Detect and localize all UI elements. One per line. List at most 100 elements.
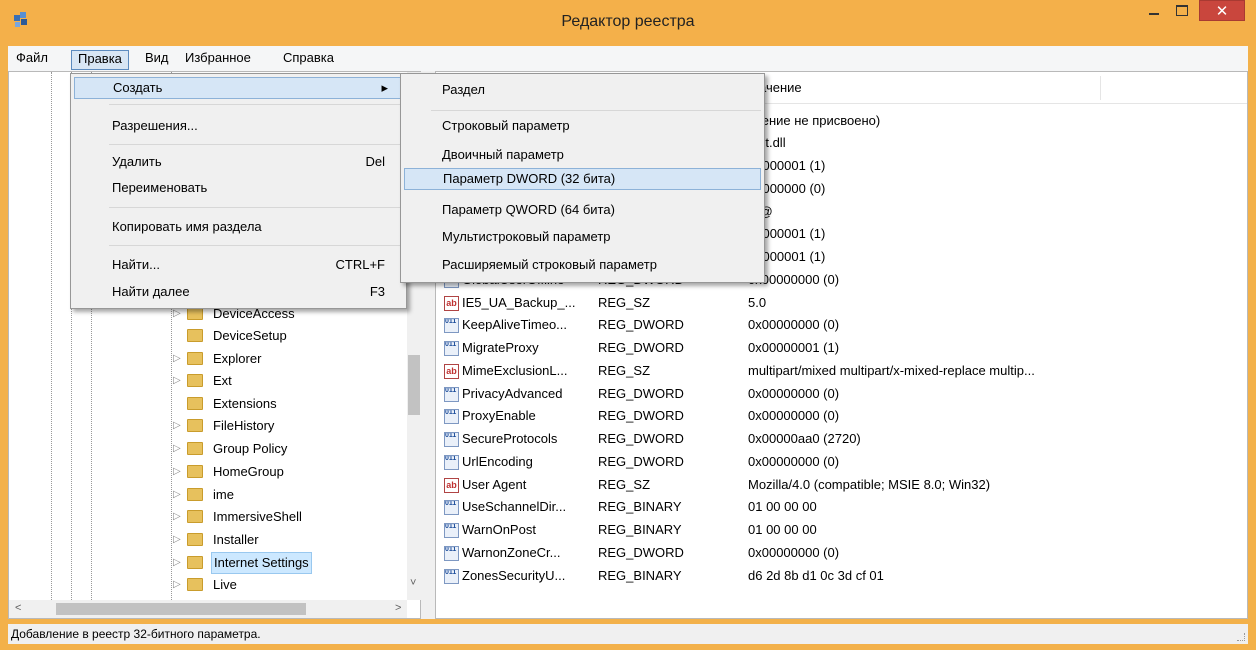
column-separator[interactable] [1100,76,1101,100]
status-bar: Добавление в реестр 32-битного параметра… [8,624,1248,644]
edit-menu: Создать ▸ Разрешения... Удалить Del Пере… [70,73,407,309]
menu-item-new-string[interactable]: Строковый параметр [404,115,761,137]
menu-separator [431,110,761,111]
menu-item-find[interactable]: Найти... CTRL+F [74,254,403,276]
expand-arrow-icon[interactable]: ▷ [173,438,183,460]
close-button[interactable]: ✕ [1199,0,1245,21]
expand-arrow-icon[interactable]: ▷ [173,574,183,596]
menu-separator [109,144,401,145]
value-name: ProxyEnable [462,408,536,423]
tree-item-label: DeviceSetup [213,328,287,343]
binary-value-icon: 011 110 [444,569,459,584]
list-row[interactable]: ab IE5_UA_Backup_... REG_SZ 5.0 [436,292,1247,314]
list-row[interactable]: 011 110 PrivacyAdvanced REG_DWORD 0x0000… [436,383,1247,405]
title-bar[interactable]: Редактор реестра ✕ [0,0,1256,46]
tree-item-label: Extensions [213,396,277,411]
menu-item-rename[interactable]: Переименовать [74,177,403,199]
menu-edit[interactable]: Правка [71,50,129,70]
binary-value-icon: 011 110 [444,500,459,515]
list-row[interactable]: 011 110 UrlEncoding REG_DWORD 0x00000000… [436,451,1247,473]
binary-value-icon: 011 110 [444,409,459,424]
menu-file[interactable]: Файл [10,50,54,70]
menu-item-label: Раздел [442,82,485,97]
scroll-left-icon[interactable]: < [15,602,21,614]
expand-arrow-icon[interactable]: ▷ [173,506,183,528]
binary-value-icon: 011 110 [444,432,459,447]
list-row[interactable]: 011 110 MigrateProxy REG_DWORD 0x0000000… [436,337,1247,359]
menu-item-create[interactable]: Создать ▸ [74,77,403,99]
value-data: 0x00000000 (0) [748,545,840,560]
menu-item-label: Найти далее [112,284,190,299]
tree-item-label: Group Policy [213,441,288,456]
menu-item-label: Создать [113,80,163,95]
list-row[interactable]: 011 110 UseSchannelDir... REG_BINARY 01 … [436,496,1247,518]
binary-value-icon: 011 110 [444,523,459,538]
menu-item-label: Параметр DWORD (32 бита) [443,171,616,186]
tree-item-label: Live [213,577,237,592]
list-row[interactable]: ab User Agent REG_SZ Mozilla/4.0 (compat… [436,474,1247,496]
folder-icon [187,578,203,591]
menu-item-new-binary[interactable]: Двоичный параметр [404,144,761,166]
value-name: User Agent [462,477,527,492]
value-name: WarnonZoneCr... [462,545,561,560]
folder-icon [187,533,203,546]
expand-arrow-icon[interactable]: ▷ [173,461,183,483]
value-data: 0x00000aa0 (2720) [748,431,861,446]
list-row[interactable]: 011 110 KeepAliveTimeo... REG_DWORD 0x00… [436,314,1247,336]
menu-item-label: Разрешения... [112,118,198,133]
scroll-down-icon[interactable]: ˅ [410,577,416,589]
menu-item-new-qword[interactable]: Параметр QWORD (64 бита) [404,199,761,221]
value-name: KeepAliveTimeo... [462,317,568,332]
expand-arrow-icon[interactable]: ▷ [173,415,183,437]
expand-arrow-icon[interactable]: ▷ [173,484,183,506]
tree-horizontal-scrollbar[interactable]: < > [9,600,407,618]
value-type: REG_DWORD [598,386,684,401]
window-title: Редактор реестра [561,13,695,30]
folder-icon [187,352,203,365]
string-value-icon: ab [444,296,459,311]
menu-item-find-next[interactable]: Найти далее F3 [74,281,403,303]
menu-item-shortcut: F3 [369,284,385,299]
list-row[interactable]: ab MimeExclusionL... REG_SZ multipart/mi… [436,360,1247,382]
expand-arrow-icon[interactable]: ▷ [173,348,183,370]
folder-icon [187,329,203,342]
list-row[interactable]: 011 110 SecureProtocols REG_DWORD 0x0000… [436,428,1247,450]
menu-item-copy-key-name[interactable]: Копировать имя раздела [74,216,403,238]
maximize-button[interactable] [1168,0,1195,21]
value-data: multipart/mixed multipart/x-mixed-replac… [748,363,1035,378]
menu-view[interactable]: Вид [139,50,175,70]
menu-item-permissions[interactable]: Разрешения... [74,115,403,137]
list-row[interactable]: 011 110 WarnOnPost REG_BINARY 01 00 00 0… [436,519,1247,541]
menu-favorites[interactable]: Избранное [179,50,257,70]
resize-grip-icon[interactable] [1237,633,1245,641]
folder-icon [187,374,203,387]
menu-item-new-key[interactable]: Раздел [404,79,761,101]
list-row[interactable]: 011 110 WarnonZoneCr... REG_DWORD 0x0000… [436,542,1247,564]
tree-vertical-scroll-thumb[interactable] [408,355,420,415]
minimize-button[interactable] [1140,0,1168,21]
menu-separator [109,104,401,105]
menu-help[interactable]: Справка [277,50,340,70]
menu-item-delete[interactable]: Удалить Del [74,151,403,173]
value-name: PrivacyAdvanced [462,386,563,401]
list-row[interactable]: 011 110 ProxyEnable REG_DWORD 0x00000000… [436,405,1247,427]
value-data: d6 2d 8b d1 0c 3d cf 01 [748,568,884,583]
folder-icon [187,419,203,432]
value-name: UseSchannelDir... [462,499,567,514]
menu-item-new-expandable-string[interactable]: Расширяемый строковый параметр [404,254,761,276]
scroll-right-icon[interactable]: > [395,602,401,614]
expand-arrow-icon[interactable]: ▷ [173,529,183,551]
string-value-icon: ab [444,478,459,493]
value-type: REG_SZ [598,295,651,310]
menu-item-new-multi-string[interactable]: Мультистроковый параметр [404,226,761,248]
tree-item-label: Explorer [213,351,262,366]
tree-horizontal-scroll-thumb[interactable] [56,603,306,615]
menu-item-new-dword[interactable]: Параметр DWORD (32 бита) [404,168,761,190]
expand-arrow-icon[interactable]: ▷ [173,370,183,392]
expand-arrow-icon[interactable]: ▷ [173,552,183,574]
value-name: IE5_UA_Backup_... [462,295,576,310]
menu-item-label: Удалить [112,154,162,169]
value-type: REG_BINARY [598,522,682,537]
column-header-value[interactable]: ачение [759,80,802,95]
list-row[interactable]: 011 110 ZonesSecurityU... REG_BINARY d6 … [436,565,1247,587]
